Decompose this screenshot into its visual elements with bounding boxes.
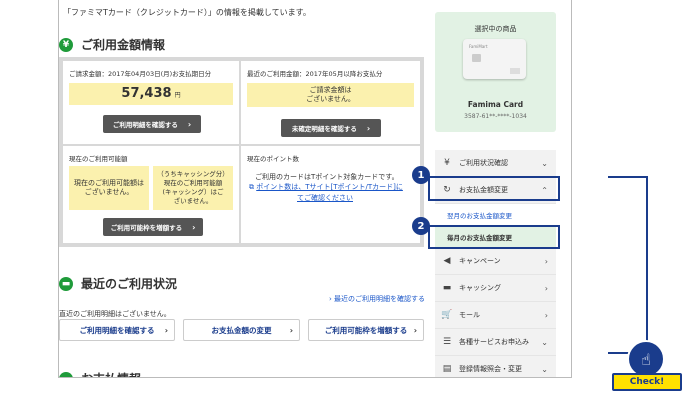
- step-badge-2: 2: [412, 217, 430, 235]
- menu-item-campaign[interactable]: ◀ キャンペーン ›: [435, 248, 556, 275]
- chevron-right-icon: ›: [164, 325, 168, 335]
- section-title-text: 最近のご利用状況: [81, 277, 178, 291]
- chevron-right-icon: ›: [366, 123, 371, 133]
- check-callout: ☝ Check!: [608, 340, 684, 392]
- increase-limit-button[interactable]: ご利用可能枠を増額する ›: [103, 218, 203, 236]
- document-icon: ▤: [442, 364, 452, 374]
- highlight-payment-change: [428, 176, 560, 201]
- view-statement-button-2[interactable]: ご利用明細を確認する ›: [59, 319, 175, 341]
- yen-icon: ¥: [444, 158, 450, 168]
- points-cell: 現在のポイント数 ご利用のカードはTポイント対象カードです。 ⧉ ポイント数は、…: [241, 146, 420, 243]
- card-face-text: FamiMart: [469, 44, 488, 49]
- points-text: ご利用のカードはTポイント対象カードです。: [255, 173, 399, 181]
- chevron-down-icon: ⌄: [541, 364, 548, 374]
- menu-item-services[interactable]: ☰ 各種サービスお申込み ⌄: [435, 329, 556, 356]
- card-box-title: 選択中の商品: [474, 25, 517, 33]
- list-icon: ☰: [442, 337, 452, 347]
- menu-item-cashing[interactable]: ▬ キャッシング ›: [435, 275, 556, 302]
- available-header: 現在のご利用可能額: [69, 155, 128, 163]
- chevron-right-icon: ›: [544, 283, 548, 293]
- change-payment-button[interactable]: お支払金額の変更 ›: [183, 319, 300, 341]
- cart-icon: 🛒: [441, 310, 453, 320]
- payment-info-section-title: お支払情報: [59, 370, 141, 377]
- menu-item-next-month-change[interactable]: 翌月のお支払金額変更: [435, 204, 556, 226]
- yen-icon: ¥: [59, 37, 73, 52]
- chevron-right-icon: ›: [187, 119, 192, 129]
- connector-line-top: [608, 176, 648, 178]
- chevron-down-icon: ⌄: [541, 158, 548, 168]
- chevron-right-icon: ›: [413, 325, 417, 335]
- section-title-text: ご利用金額情報: [81, 38, 166, 52]
- card-name: Famima Card: [467, 100, 524, 109]
- step-badge-1: 1: [412, 166, 430, 184]
- billing-cell: ご請求金額：2017年04月03日(月)お支払期日分 57,438 円 ご利用明細…: [63, 61, 239, 144]
- increase-limit-button-2[interactable]: ご利用可能枠を増額する ›: [308, 319, 424, 341]
- no-history-text: 直近のご利用明細はございません。: [59, 310, 171, 318]
- recent-usage-section-title: ▬ 最近のご利用状況: [59, 275, 177, 292]
- menu-item-usage-status[interactable]: ¥ ご利用状況確認 ⌄: [435, 150, 556, 177]
- billing-amount-box: 57,438 円: [69, 83, 233, 105]
- card-brand-logo: [510, 68, 520, 74]
- available-cashing-box: （うちキャッシング分） 現在のご利用可能額 (キャッシング）はご ざいません。: [153, 166, 233, 210]
- connector-line-vertical: [646, 176, 648, 344]
- card-icon: ▬: [59, 276, 73, 291]
- chevron-down-icon: ⌄: [541, 337, 548, 347]
- billing-header: ご請求金額：2017年04月03日(月)お支払期日分: [69, 70, 212, 78]
- credit-card-image: FamiMart: [463, 39, 526, 79]
- available-cell: 現在のご利用可能額 現在のご利用可能額は ございません。 （うちキャッシング分）現…: [63, 146, 239, 243]
- highlight-monthly-change: [428, 225, 560, 249]
- recent-cell: 最近のご利用金額：2017年05月以降お支払分 ご請求金額は ございません。 未確…: [241, 61, 420, 144]
- recent-message-box: ご請求金額は ございません。: [247, 83, 414, 107]
- points-header: 現在のポイント数: [247, 155, 299, 163]
- view-unconfirmed-button[interactable]: 未確定明細を確認する ›: [281, 119, 381, 137]
- available-left-box: 現在のご利用可能額は ございません。: [69, 166, 149, 210]
- usage-amount-section-title: ¥ ご利用金額情報: [59, 36, 165, 53]
- external-link-icon: ⧉: [249, 183, 254, 191]
- check-label: Check!: [612, 373, 682, 391]
- card-chip: [472, 54, 481, 62]
- view-statement-button[interactable]: ご利用明細を確認する ›: [103, 115, 201, 133]
- menu-item-registration[interactable]: ▤ 登録情報照会・変更 ⌄: [435, 356, 556, 377]
- intro-text: 「ファミマTカード（クレジットカード）」の情報を掲載しています。: [63, 8, 311, 17]
- recent-history-link[interactable]: › 最近のご利用明細を確認する: [329, 294, 425, 304]
- section-title-text: お支払情報: [81, 370, 141, 377]
- megaphone-icon: ◀: [443, 256, 451, 266]
- card-number: 3587-61**-****-1034: [464, 113, 527, 120]
- points-link[interactable]: ⧉ ポイント数は、Tサイト[Tポイント/Tカード]に てご確認ください: [249, 182, 403, 203]
- chevron-right-icon: ›: [192, 222, 196, 232]
- section-icon: [59, 371, 73, 377]
- chevron-right-icon: ›: [544, 256, 548, 266]
- selected-card-box: 選択中の商品 FamiMart Famima Card 3587-61**-**…: [435, 12, 556, 132]
- usage-amount-panel: ご請求金額：2017年04月03日(月)お支払期日分 57,438 円 ご利用明細…: [59, 57, 424, 247]
- menu-item-mall[interactable]: 🛒 モール ›: [435, 302, 556, 329]
- card-icon: ▬: [442, 283, 452, 293]
- chevron-right-icon: ›: [289, 325, 293, 335]
- billing-amount: 57,438 円: [121, 86, 181, 102]
- recent-header: 最近のご利用金額：2017年05月以降お支払分: [247, 70, 383, 78]
- chevron-right-icon: ›: [544, 310, 548, 320]
